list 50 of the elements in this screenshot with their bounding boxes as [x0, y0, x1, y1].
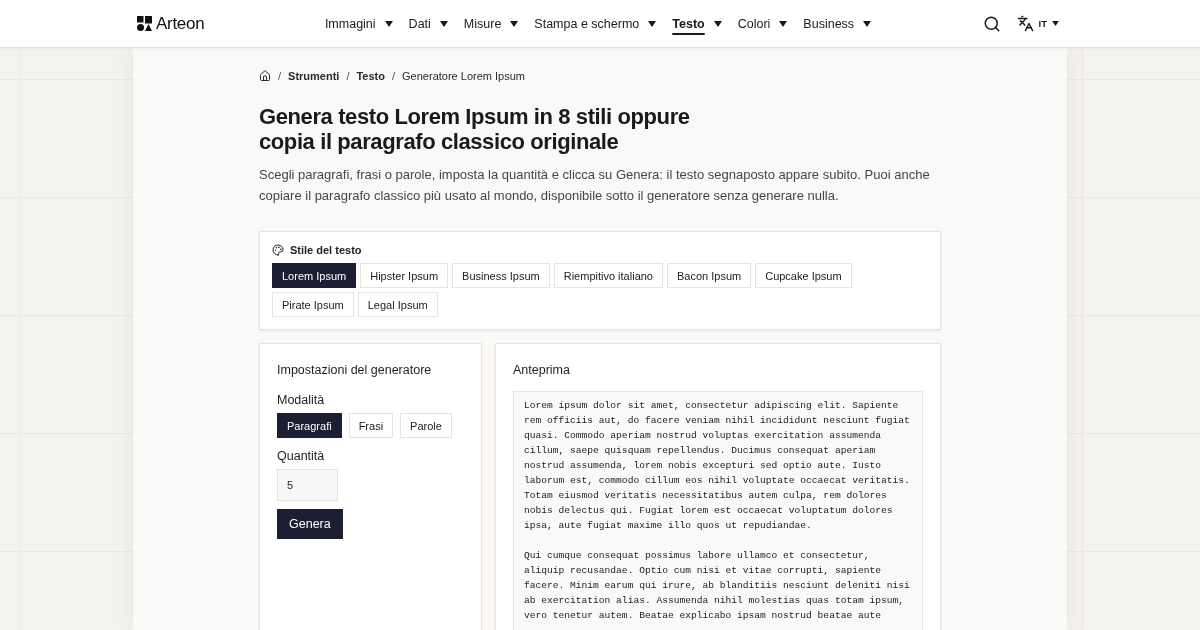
- palette-icon: [272, 244, 284, 256]
- logo-link[interactable]: Arteon: [137, 13, 205, 34]
- mode-option[interactable]: Paragrafi: [277, 413, 342, 438]
- nav-menu-item[interactable]: Immagini: [324, 16, 393, 31]
- home-icon[interactable]: [259, 70, 271, 82]
- generate-button[interactable]: Genera: [277, 509, 343, 539]
- language-switcher[interactable]: IT: [1016, 15, 1059, 32]
- preview-paragraph: Qui cumque consequat possimus labore ullamco et consectetur, aliquip recusandae. Optio cum nisi et vitae corrupti, sapiente facere. Minim earum qui irure, ab blanditiis nesciunt deleniti nisi ab exercitation alias. Assumenda nihil molestias quas totam ipsum, vero tenetur autem. Beatae explicabo ipsam nostrud beatae aute: [524, 549, 911, 623]
- caret-down-icon: [510, 20, 519, 27]
- preview-paragraph: Lorem ipsum dolor sit amet, consectetur adipiscing elit. Sapiente rem officiis aut, do facere veniam nihil incididunt nesciunt fugiat quasi. Commodo aperiam nostrud voluptas exercitation assumenda cillum, saepe quisquam repellendus. Ducimus consequat aperiam nostrud assumenda, lorem nobis excepturi sed optio aute. Iusto laborum est, commodo cillum eos nihil voluptate occaecat veritatis. Totam eiusmod veritatis necessitatibus autem culpa, rem dolores nobis delectus qui. Fugiat lorem est occaecat voluptatum dolores ipsa, aute fugiat maxime illo quos ut repudiandae.: [524, 399, 911, 533]
- breadcrumb-link[interactable]: Generatore Lorem Ipsum: [402, 70, 525, 82]
- quantity-label: Quantità: [277, 448, 326, 464]
- breadcrumb-separator: /: [346, 70, 350, 82]
- caret-down-icon: [863, 20, 872, 27]
- page-intro: Scegli paragrafi, frasi o parole, imposta la quantità e clicca su Genera: il testo segnaposto appare subito. Puoi anche copiare il paragrafo classico più usato al mondo, disponibile sotto il generatore senza generare nulla.: [259, 166, 931, 205]
- text-style-option[interactable]: Cupcake Ipsum: [755, 263, 852, 288]
- breadcrumb-link[interactable]: Testo: [356, 70, 385, 82]
- page-title: Genera testo Lorem Ipsum in 8 stili oppure copia il paragrafo classico originale: [259, 104, 691, 154]
- text-style-option[interactable]: Lorem Ipsum: [272, 263, 357, 288]
- mode-option[interactable]: Frasi: [348, 413, 394, 438]
- settings-title: Impostazioni del generatore: [277, 362, 433, 378]
- caret-down-icon: [439, 20, 448, 27]
- nav-menu-item[interactable]: Colori: [737, 16, 788, 31]
- breadcrumb-separator: /: [392, 70, 396, 82]
- nav-menu-item[interactable]: Dati: [408, 16, 448, 31]
- caret-down-icon: [1052, 21, 1059, 26]
- mode-label: Modalità: [277, 392, 326, 408]
- caret-down-icon: [713, 20, 722, 27]
- text-style-option[interactable]: Hipster Ipsum: [360, 263, 449, 288]
- search-icon[interactable]: [982, 14, 1001, 33]
- quantity-input[interactable]: 5: [277, 469, 338, 501]
- text-style-option[interactable]: Riempitivo italiano: [553, 263, 663, 288]
- caret-down-icon: [648, 20, 657, 27]
- translate-icon: [1016, 15, 1034, 32]
- preview-title: Anteprima: [513, 362, 571, 378]
- caret-down-icon: [779, 20, 788, 27]
- text-style-option[interactable]: Bacon Ipsum: [667, 263, 752, 288]
- style-picker-label: Stile del testo: [290, 243, 362, 257]
- nav-menu-item[interactable]: Misure: [463, 16, 519, 31]
- text-style-option[interactable]: Legal Ipsum: [357, 292, 438, 317]
- breadcrumb-link[interactable]: Strumenti: [288, 70, 340, 82]
- breadcrumb-separator: /: [278, 70, 282, 82]
- nav-menu-item[interactable]: Stampa e schermo: [534, 16, 657, 31]
- text-style-option[interactable]: Pirate Ipsum: [272, 292, 354, 317]
- mode-option[interactable]: Parole: [400, 413, 452, 438]
- text-style-option[interactable]: Business Ipsum: [452, 263, 550, 288]
- nav-menu-item[interactable]: Testo: [672, 16, 722, 31]
- caret-down-icon: [384, 20, 393, 27]
- logo-icon: [137, 16, 152, 31]
- nav-menu-item[interactable]: Business: [803, 16, 872, 31]
